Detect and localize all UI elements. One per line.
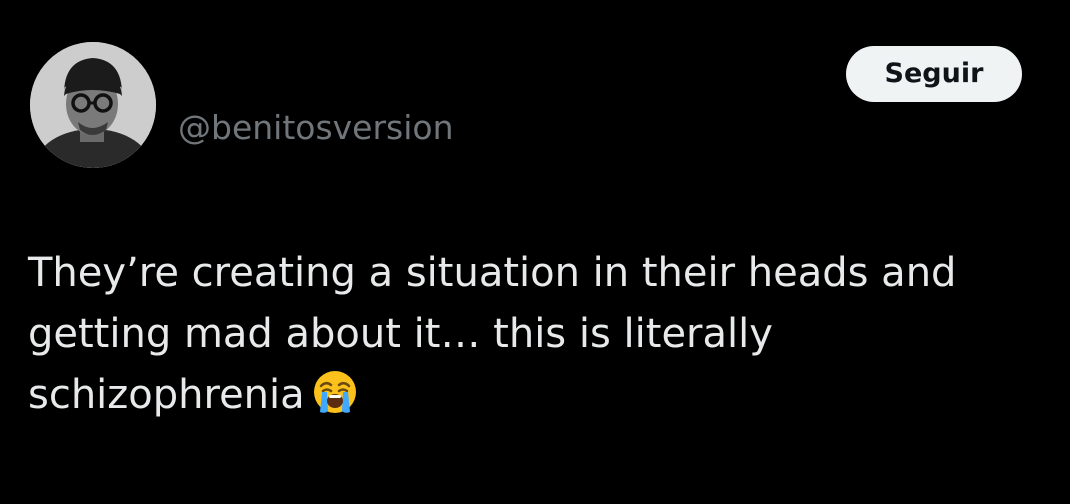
tweet-text-segment: schizophrenia	[28, 372, 305, 418]
tweet-text: They’re creating a situation in their he…	[28, 243, 1048, 426]
tweet-text-line: schizophrenia	[28, 365, 1048, 426]
user-avatar-photo	[30, 42, 156, 168]
loudly-crying-face-icon	[311, 368, 359, 416]
tweet-text-line: getting mad about it… this is literally	[28, 311, 773, 357]
author-handle[interactable]: @benitosversion	[178, 108, 454, 148]
follow-button[interactable]: Seguir	[846, 46, 1022, 102]
tweet-text-line: They’re creating a situation in their he…	[28, 250, 957, 296]
avatar[interactable]	[30, 42, 156, 168]
